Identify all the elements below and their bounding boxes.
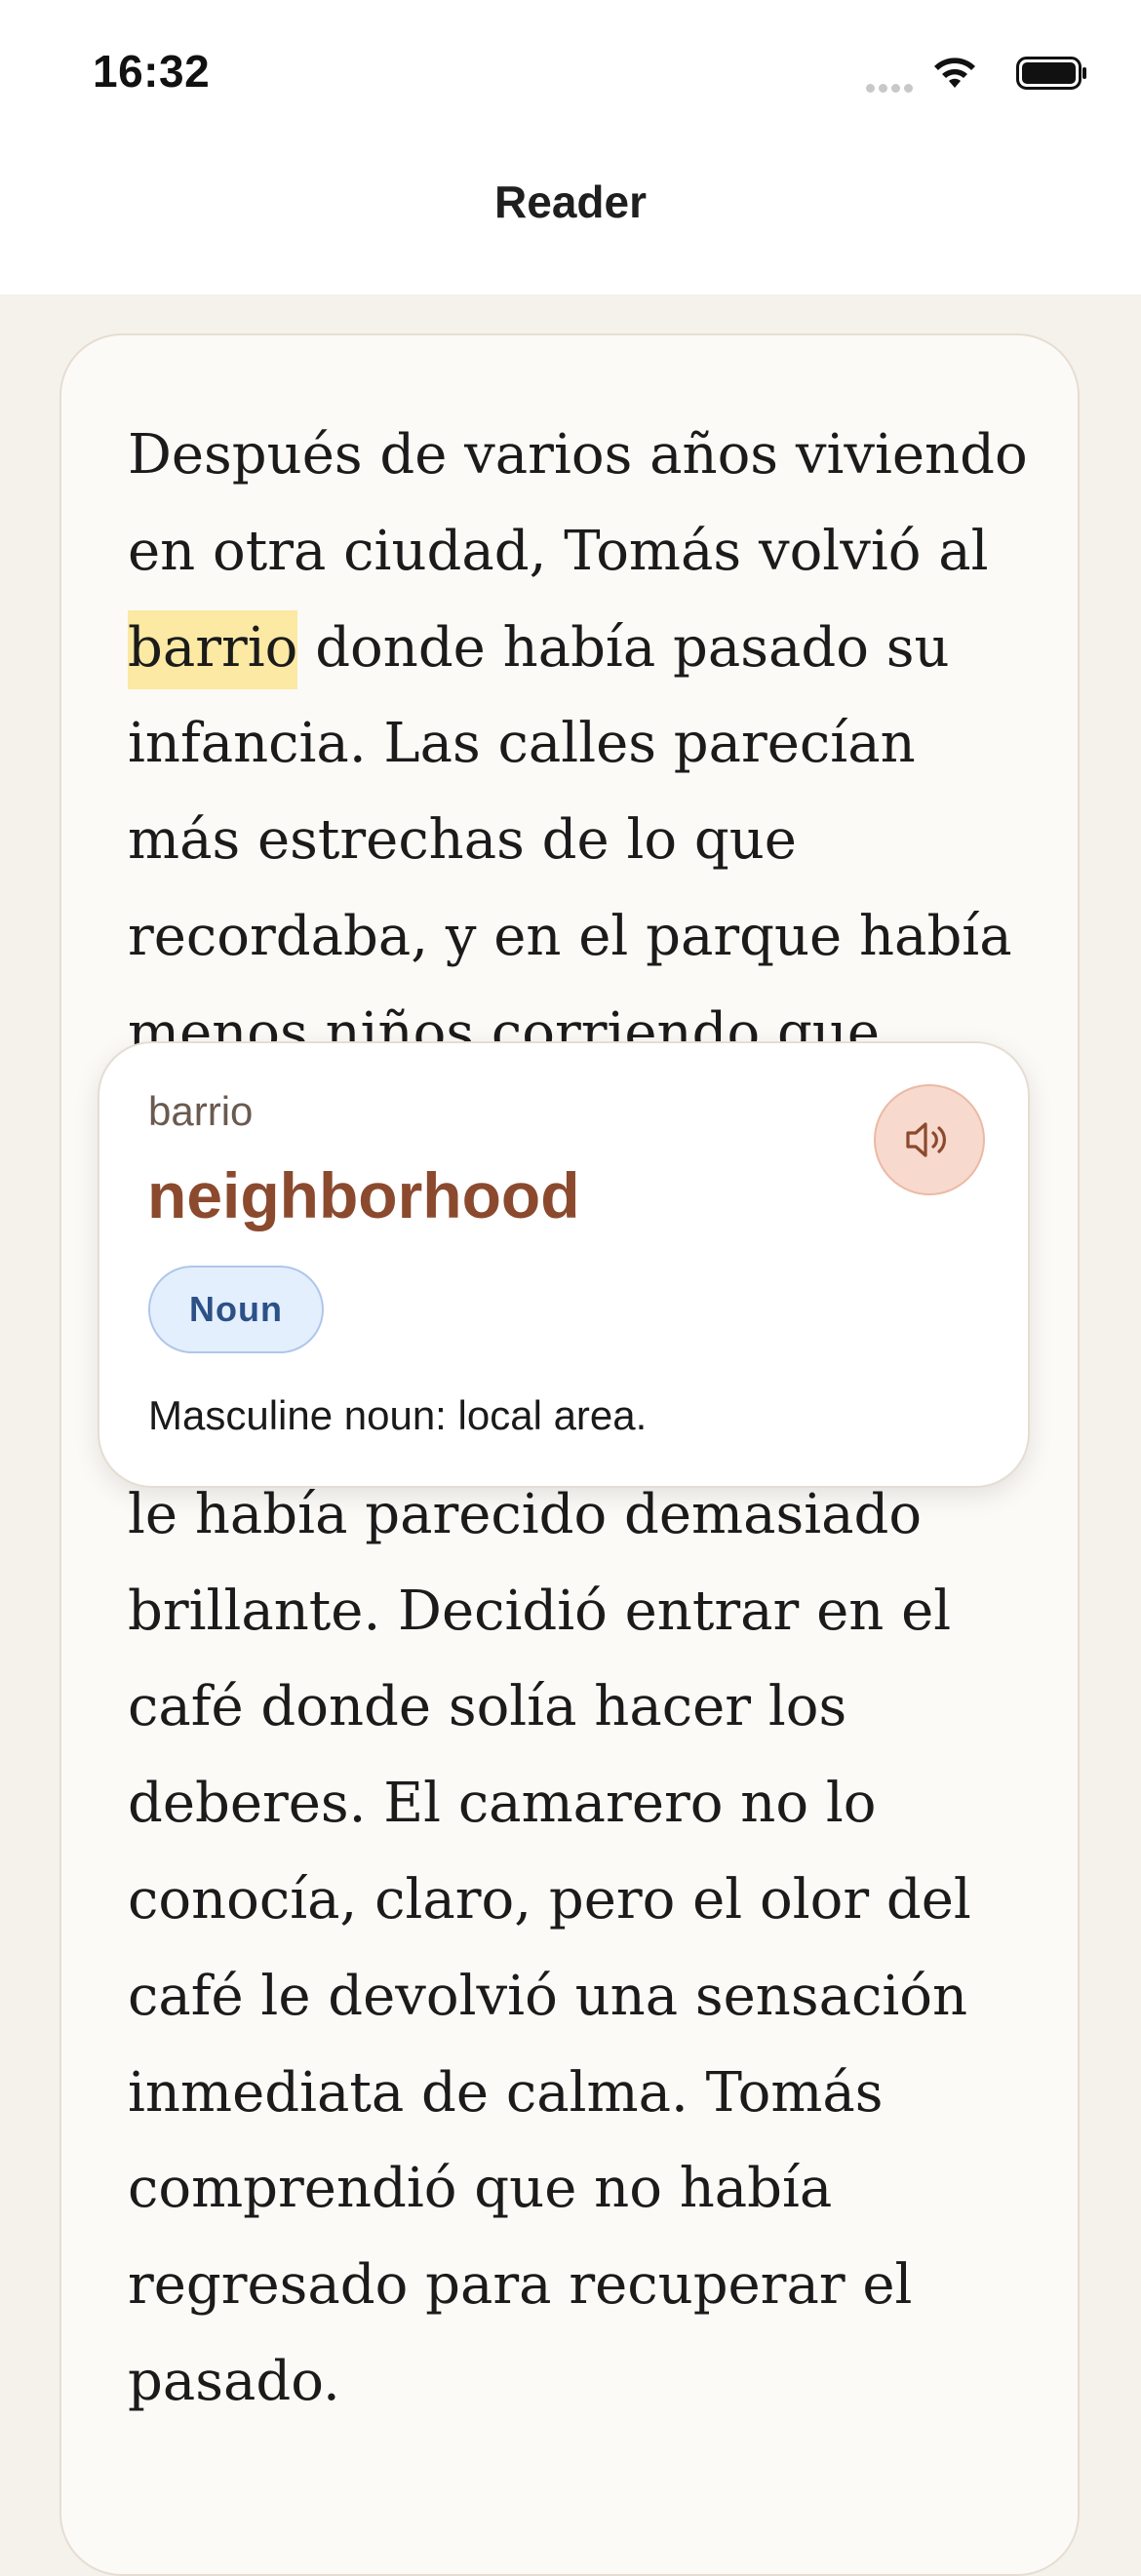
translation-popup: barrio neighborhood Noun Masculine noun:… bbox=[98, 1041, 1030, 1488]
status-icons bbox=[796, 53, 1088, 93]
popup-source-word: barrio bbox=[148, 1088, 254, 1134]
pronounce-button[interactable] bbox=[874, 1084, 985, 1195]
wifi-icon bbox=[934, 58, 975, 88]
part-of-speech-badge: Noun bbox=[148, 1266, 324, 1353]
reading-text-after: donde había pasado su infancia. Las call… bbox=[128, 615, 1026, 2413]
page-title: Reader bbox=[494, 176, 647, 227]
reading-card: Después de varios años viviendo en otra … bbox=[59, 333, 1080, 2576]
status-time: 16:32 bbox=[93, 46, 211, 97]
popup-translation: neighborhood bbox=[147, 1159, 580, 1231]
signal-dots-icon bbox=[862, 80, 913, 98]
status-bar: 16:32 bbox=[0, 0, 1141, 146]
popup-definition: Masculine noun: local area. bbox=[148, 1392, 648, 1438]
reading-text-before: Después de varios años viviendo en otra … bbox=[128, 423, 1028, 583]
navigation-bar: Reader bbox=[0, 146, 1141, 294]
speaker-icon bbox=[906, 1122, 946, 1157]
highlighted-word[interactable]: barrio bbox=[128, 609, 298, 689]
battery-icon bbox=[1016, 57, 1086, 90]
